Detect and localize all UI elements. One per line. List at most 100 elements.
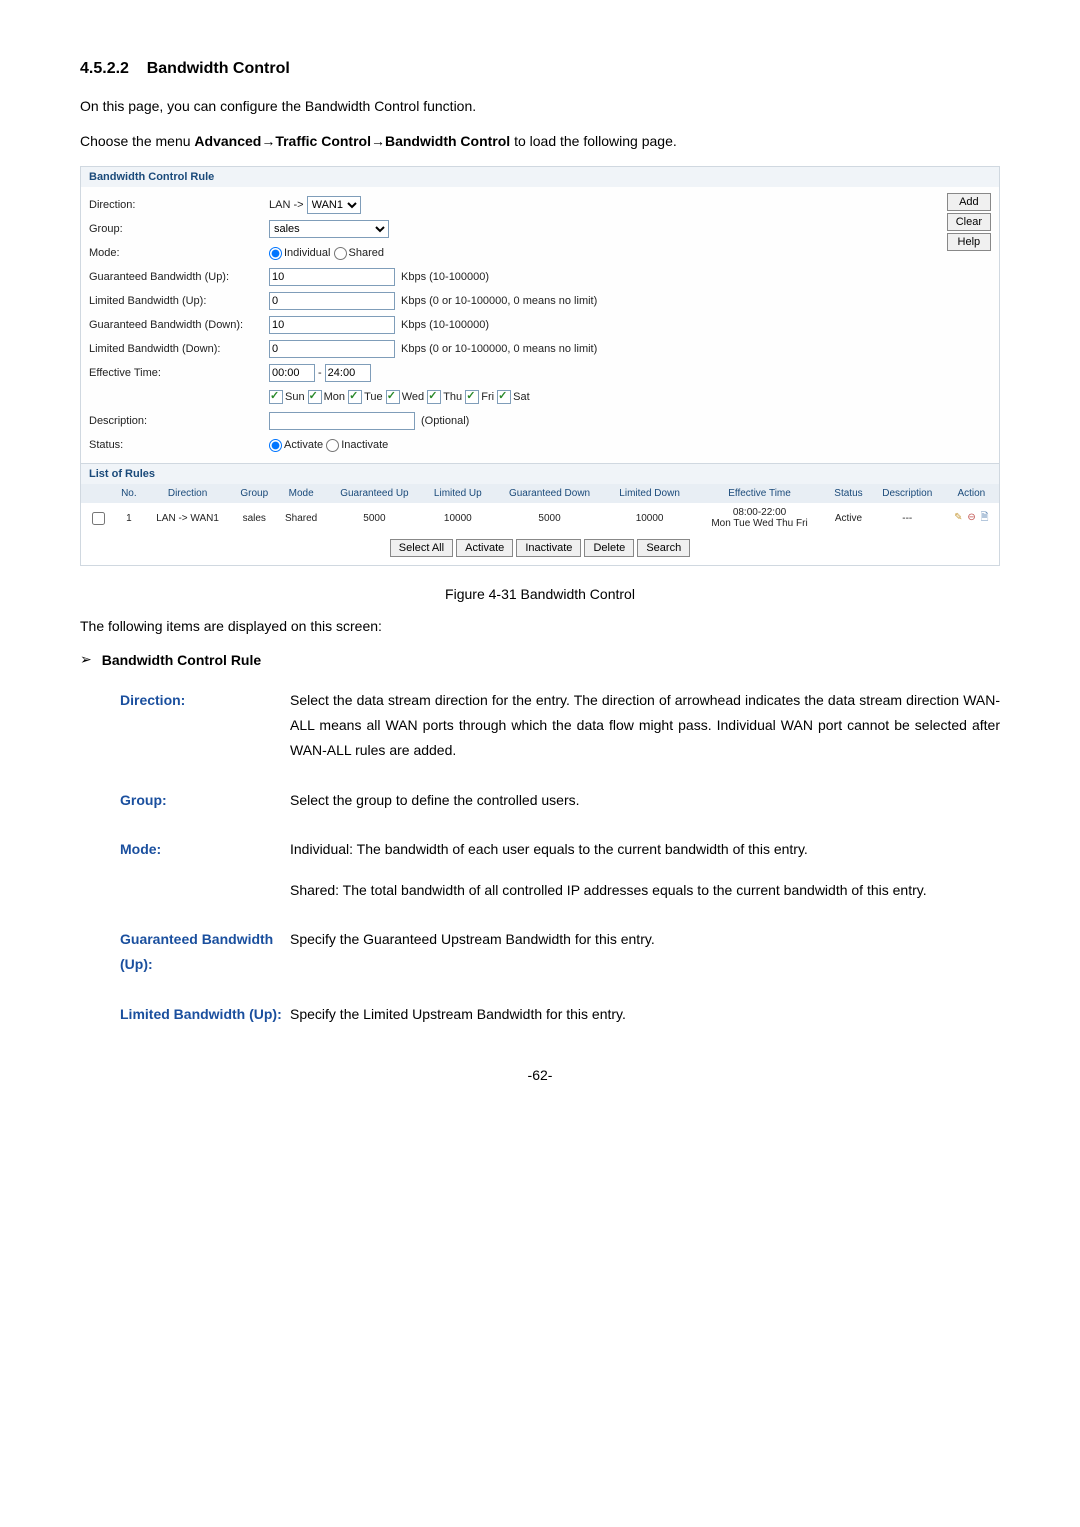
intro-paragraph-2: Choose the menu Advanced→Traffic Control… [80, 131, 1000, 152]
label-lbw-up: Limited Bandwidth (Up): [89, 295, 269, 307]
bandwidth-control-panel: Bandwidth Control Rule Add Clear Help Di… [80, 166, 1000, 566]
activate-button[interactable]: Activate [456, 539, 513, 557]
section-number: 4.5.2.2 [80, 60, 129, 77]
row-group: sales [232, 503, 276, 533]
col-ldown: Limited Down [606, 484, 693, 503]
row-status: Active [826, 503, 871, 533]
panel-header-list: List of Rules [81, 463, 999, 484]
def-mode-label: Mode: [120, 837, 290, 903]
rules-table: No. Direction Group Mode Guaranteed Up L… [81, 484, 999, 533]
table-row: 1 LAN -> WAN1 sales Shared 5000 10000 50… [81, 503, 999, 533]
description-input[interactable] [269, 412, 415, 430]
label-mode: Mode: [89, 247, 269, 259]
row-eff: 08:00-22:00 Mon Tue Wed Thu Fri [693, 503, 826, 533]
section-heading: 4.5.2.2 Bandwidth Control [80, 60, 1000, 78]
col-action: Action [944, 484, 999, 503]
lbw-up-input[interactable] [269, 292, 395, 310]
row-desc: --- [871, 503, 944, 533]
side-button-column: Add Clear Help [947, 193, 991, 251]
definitions: Direction: Select the data stream direct… [120, 688, 1000, 1027]
disable-icon[interactable]: ⊖ [967, 512, 975, 523]
form-area: Add Clear Help Direction: LAN -> WAN1 Gr… [81, 187, 999, 463]
gbw-up-input[interactable] [269, 268, 395, 286]
time-end-input[interactable] [325, 364, 371, 382]
mode-shared-label: Shared [349, 247, 384, 259]
col-eff: Effective Time [693, 484, 826, 503]
intro2-post: to load the following page. [510, 133, 677, 149]
status-inactivate-label: Inactivate [341, 439, 388, 451]
status-inactivate-radio[interactable] [326, 439, 339, 452]
label-gbw-up: Guaranteed Bandwidth (Up): [89, 271, 269, 283]
mode-shared-radio[interactable] [334, 247, 347, 260]
direction-select[interactable]: WAN1 [307, 196, 361, 214]
col-gup: Guaranteed Up [326, 484, 423, 503]
day-mon-checkbox[interactable] [308, 390, 322, 404]
gbw-down-hint: Kbps (10-100000) [401, 319, 489, 331]
day-fri-checkbox[interactable] [465, 390, 479, 404]
delete-button[interactable]: Delete [584, 539, 634, 557]
def-mode-text: Individual: The bandwidth of each user e… [290, 837, 1000, 903]
def-lbw-up-label: Limited Bandwidth (Up): [120, 1002, 290, 1027]
select-all-button[interactable]: Select All [390, 539, 453, 557]
search-button[interactable]: Search [637, 539, 690, 557]
gbw-up-hint: Kbps (10-100000) [401, 271, 489, 283]
day-wed-checkbox[interactable] [386, 390, 400, 404]
row-action: ✎ ⊖ 🗎 [944, 503, 999, 533]
row-checkbox[interactable] [92, 512, 105, 525]
day-sun-checkbox[interactable] [269, 390, 283, 404]
intro-paragraph-1: On this page, you can configure the Band… [80, 96, 1000, 117]
def-group-text: Select the group to define the controlle… [290, 788, 1000, 813]
col-lup: Limited Up [423, 484, 493, 503]
def-mode-text2: Shared: The total bandwidth of all contr… [290, 878, 1000, 903]
day-sun: Sun [285, 391, 305, 403]
def-direction-text: Select the data stream direction for the… [290, 688, 1000, 764]
status-activate-label: Activate [284, 439, 323, 451]
col-status: Status [826, 484, 871, 503]
mode-individual-label: Individual [284, 247, 330, 259]
inactivate-button[interactable]: Inactivate [516, 539, 581, 557]
col-gdown: Guaranteed Down [493, 484, 606, 503]
lbw-down-hint: Kbps (0 or 10-100000, 0 means no limit) [401, 343, 597, 355]
add-button[interactable]: Add [947, 193, 991, 211]
row-direction: LAN -> WAN1 [143, 503, 232, 533]
status-activate-radio[interactable] [269, 439, 282, 452]
day-fri: Fri [481, 391, 494, 403]
gbw-down-input[interactable] [269, 316, 395, 334]
row-eff-days: Mon Tue Wed Thu Fri [696, 518, 823, 529]
edit-icon[interactable]: ✎ [954, 512, 962, 523]
time-start-input[interactable] [269, 364, 315, 382]
group-select[interactable]: sales [269, 220, 389, 238]
label-lbw-down: Limited Bandwidth (Down): [89, 343, 269, 355]
col-mode: Mode [276, 484, 326, 503]
label-direction: Direction: [89, 199, 269, 211]
day-wed: Wed [402, 391, 424, 403]
items-intro: The following items are displayed on thi… [80, 616, 1000, 637]
def-group-label: Group: [120, 788, 290, 813]
day-thu: Thu [443, 391, 462, 403]
clear-button[interactable]: Clear [947, 213, 991, 231]
def-direction-label: Direction: [120, 688, 290, 764]
lbw-down-input[interactable] [269, 340, 395, 358]
panel-header-rule: Bandwidth Control Rule [81, 167, 999, 187]
col-checkbox [81, 484, 115, 503]
def-lbw-up-text: Specify the Limited Upstream Bandwidth f… [290, 1002, 1000, 1027]
row-mode: Shared [276, 503, 326, 533]
help-button[interactable]: Help [947, 233, 991, 251]
bullet-arrow-icon: ➢ [80, 651, 92, 668]
day-mon: Mon [324, 391, 345, 403]
def-mode-text1: Individual: The bandwidth of each user e… [290, 837, 1000, 862]
day-tue-checkbox[interactable] [348, 390, 362, 404]
direction-prefix: LAN -> [269, 199, 304, 211]
day-thu-checkbox[interactable] [427, 390, 441, 404]
def-gbw-up-text: Specify the Guaranteed Upstream Bandwidt… [290, 927, 1000, 977]
col-group: Group [232, 484, 276, 503]
mode-individual-radio[interactable] [269, 247, 282, 260]
row-ldown: 10000 [606, 503, 693, 533]
detail-icon[interactable]: 🗎 [981, 512, 989, 523]
lbw-up-hint: Kbps (0 or 10-100000, 0 means no limit) [401, 295, 597, 307]
col-desc: Description [871, 484, 944, 503]
day-sat-checkbox[interactable] [497, 390, 511, 404]
day-sat: Sat [513, 391, 530, 403]
row-gdown: 5000 [493, 503, 606, 533]
day-tue: Tue [364, 391, 383, 403]
